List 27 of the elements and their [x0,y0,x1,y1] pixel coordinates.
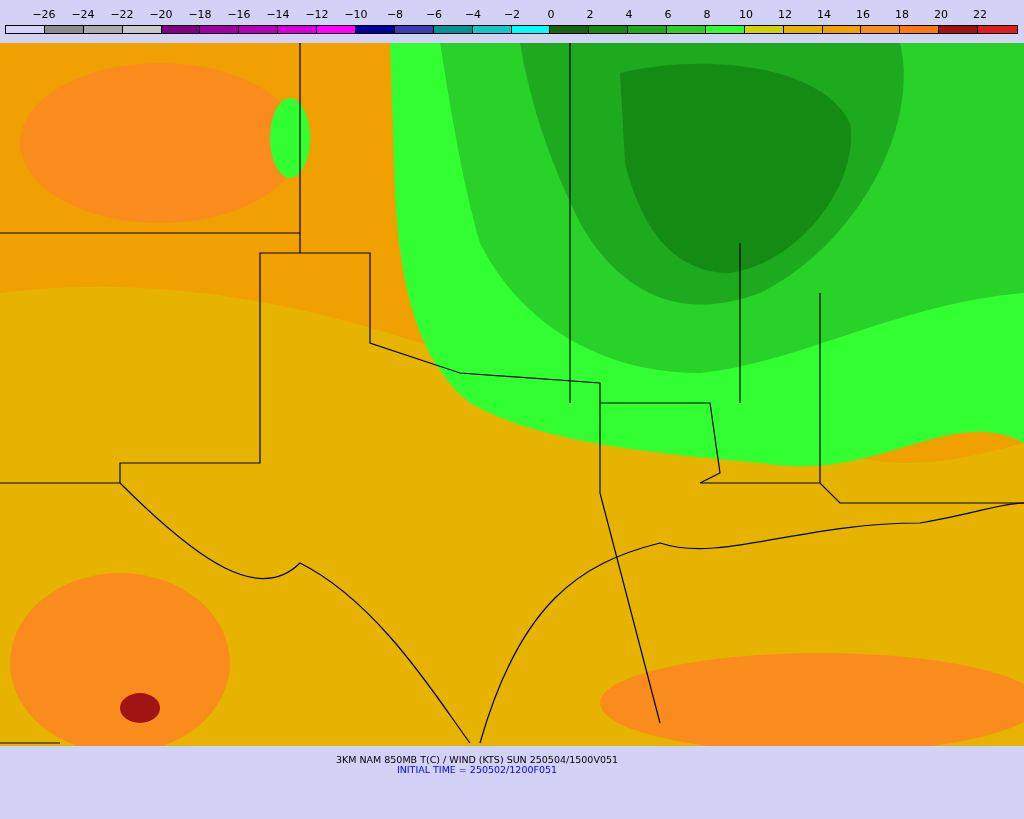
legend-label: 12 [777,8,793,23]
legend-label: −16 [226,8,252,23]
legend-label: 16 [855,8,871,23]
legend-label: −8 [385,8,405,23]
legend-label: 10 [738,8,754,23]
legend-label: 4 [624,8,634,23]
legend-label: −24 [70,8,96,23]
legend-label: 22 [972,8,988,23]
legend-label: −20 [148,8,174,23]
legend-label: 6 [663,8,673,23]
legend-label: −14 [265,8,291,23]
legend-label: −6 [424,8,444,23]
legend-label: −22 [109,8,135,23]
legend-label: 20 [933,8,949,23]
legend-label: −2 [502,8,522,23]
legend-label: −12 [304,8,330,23]
legend-label: −10 [343,8,369,23]
initial-time: INITIAL TIME = 250502/1200F051 [396,765,558,775]
legend-label: −26 [31,8,57,23]
legend-label: −18 [187,8,213,23]
map-title: 3KM NAM 850MB T(C) / WIND (KTS) SUN 250504/1500V051 [335,755,618,765]
legend-label: 8 [702,8,712,23]
legend-label: 0 [546,8,556,23]
legend-label: 2 [585,8,595,23]
legend-label: −4 [463,8,483,23]
legend-label: 14 [816,8,832,23]
legend-label: 18 [894,8,910,23]
